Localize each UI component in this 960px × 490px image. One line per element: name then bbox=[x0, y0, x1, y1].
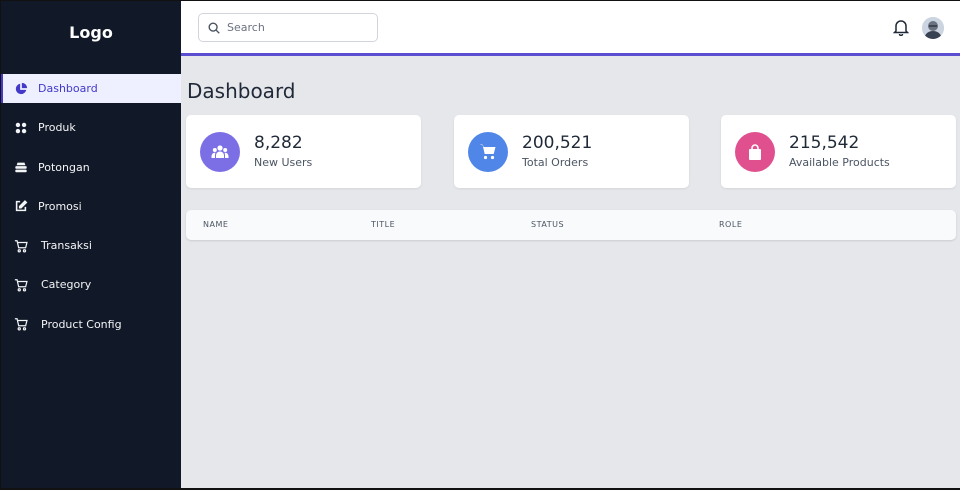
layers-icon bbox=[13, 159, 29, 175]
data-table-header: NAME TITLE STATUS ROLE bbox=[186, 210, 956, 240]
sidebar-item-produk[interactable]: Produk bbox=[1, 113, 181, 142]
sidebar-item-dashboard[interactable]: Dashboard bbox=[1, 74, 181, 103]
cart-icon bbox=[13, 277, 29, 293]
users-icon bbox=[200, 132, 240, 172]
stat-card-total-orders: 200,521 Total Orders bbox=[454, 115, 689, 188]
column-header-title[interactable]: TITLE bbox=[371, 220, 395, 229]
cart-icon bbox=[468, 132, 508, 172]
sidebar: Logo Dashboard Produk Potongan Promosi T… bbox=[1, 1, 181, 488]
stat-card-available-products: 215,542 Available Products bbox=[721, 115, 956, 188]
sidebar-item-category[interactable]: Category bbox=[1, 270, 181, 299]
sidebar-item-label: Dashboard bbox=[38, 82, 98, 95]
sidebar-item-label: Promosi bbox=[38, 199, 82, 213]
stat-label: Total Orders bbox=[522, 156, 589, 169]
sidebar-item-promosi[interactable]: Promosi bbox=[1, 192, 181, 221]
column-header-status[interactable]: STATUS bbox=[531, 220, 564, 229]
cart-icon bbox=[13, 238, 29, 254]
grid-icon bbox=[13, 120, 29, 136]
search-input[interactable] bbox=[227, 21, 367, 34]
notification-bell-icon[interactable] bbox=[893, 18, 909, 36]
page-title: Dashboard bbox=[187, 79, 296, 103]
stat-value: 215,542 bbox=[789, 133, 860, 153]
sidebar-item-label: Product Config bbox=[41, 317, 122, 331]
avatar[interactable] bbox=[922, 17, 944, 39]
column-header-name[interactable]: NAME bbox=[203, 220, 228, 229]
sidebar-item-product-config[interactable]: Product Config bbox=[1, 310, 181, 339]
stat-value: 8,282 bbox=[254, 133, 303, 153]
top-bar bbox=[181, 1, 960, 56]
edit-icon bbox=[13, 198, 29, 214]
sidebar-item-potongan[interactable]: Potongan bbox=[1, 153, 181, 182]
sidebar-item-label: Transaksi bbox=[41, 239, 92, 253]
sidebar-nav: Dashboard Produk Potongan Promosi Transa… bbox=[1, 74, 181, 349]
stat-label: Available Products bbox=[789, 156, 890, 169]
sidebar-item-label: Potongan bbox=[38, 160, 90, 174]
column-header-role[interactable]: ROLE bbox=[719, 220, 742, 229]
stat-label: New Users bbox=[254, 156, 313, 169]
app-frame: Logo Dashboard Produk Potongan Promosi T… bbox=[0, 0, 960, 490]
pie-chart-icon bbox=[13, 81, 29, 97]
search-icon bbox=[208, 21, 220, 34]
sidebar-item-label: Category bbox=[41, 278, 92, 292]
search-box[interactable] bbox=[198, 13, 378, 42]
sidebar-item-label: Produk bbox=[38, 121, 76, 135]
stat-card-new-users: 8,282 New Users bbox=[186, 115, 421, 188]
sidebar-item-transaksi[interactable]: Transaksi bbox=[1, 231, 181, 260]
shopping-bag-icon bbox=[735, 132, 775, 172]
logo: Logo bbox=[69, 23, 113, 42]
stat-value: 200,521 bbox=[522, 133, 593, 153]
cart-icon bbox=[13, 316, 29, 332]
